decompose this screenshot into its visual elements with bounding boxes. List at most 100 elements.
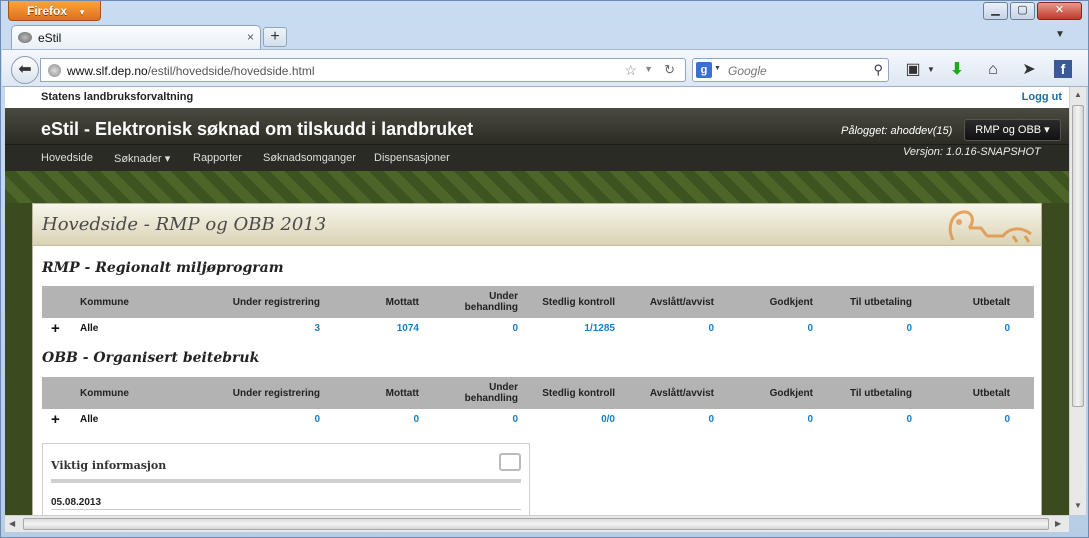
reload-icon[interactable]: ↻ <box>664 62 675 78</box>
menu-item-dispensasjoner[interactable]: Dispensasjoner <box>374 152 450 164</box>
bookmark-star-icon[interactable]: ☆ <box>624 62 637 79</box>
app-title: eStil - Elektronisk søknad om tilskudd i… <box>41 119 474 139</box>
col-under-behandling: Under behandling <box>464 291 518 313</box>
value-cell[interactable]: 0 <box>716 414 813 425</box>
minimize-button[interactable]: ▁ <box>983 2 1008 20</box>
value-cell[interactable]: 0 <box>420 323 518 334</box>
col-avslatt-avvist: Avslått/avvist <box>649 296 714 308</box>
col-under-registrering: Under registrering <box>232 296 320 308</box>
table-header: Kommune Under registrering Mottatt Under… <box>42 286 1034 318</box>
decorative-pattern <box>5 171 1069 203</box>
table-row[interactable]: + Alle 3 1074 0 1/1285 0 0 0 0 <box>42 318 1034 340</box>
back-button[interactable]: ⬅ <box>11 56 39 84</box>
horizontal-scroll-thumb[interactable] <box>23 518 1049 530</box>
col-til-utbetaling: Til utbetaling <box>849 296 912 308</box>
value-cell[interactable]: 0 <box>322 414 419 425</box>
value-cell[interactable]: 0 <box>815 414 912 425</box>
main-panel: Hovedside - RMP og OBB 2013 RMP - Region… <box>32 203 1042 515</box>
engine-dropdown-icon[interactable]: ▼ <box>714 65 721 72</box>
rmp-section-title: RMP - Regionalt miljøprogram <box>42 260 284 276</box>
col-avslatt-avvist: Avslått/avvist <box>649 387 714 399</box>
address-bar[interactable]: www.slf.dep.no/estil/hovedside/hovedside… <box>40 58 686 82</box>
download-icon[interactable]: ⬇ <box>946 60 968 80</box>
home-icon[interactable]: ⌂ <box>982 60 1004 80</box>
send-icon[interactable]: ➤ <box>1018 60 1040 80</box>
new-tab-button[interactable]: + <box>263 27 287 47</box>
col-utbetalt: Utbetalt <box>972 296 1010 308</box>
obb-table: Kommune Under registrering Mottatt Under… <box>42 377 1034 431</box>
col-godkjent: Godkjent <box>769 387 813 399</box>
value-cell[interactable]: 0 <box>914 414 1010 425</box>
table-header: Kommune Under registrering Mottatt Under… <box>42 377 1034 409</box>
value-cell[interactable]: 0/0 <box>522 414 615 425</box>
col-utbetalt: Utbetalt <box>972 387 1010 399</box>
search-icon[interactable]: ⚲ <box>873 62 883 78</box>
scheme-select-button[interactable]: RMP og OBB ▾ <box>964 119 1061 141</box>
scroll-up-icon[interactable]: ▲ <box>1074 90 1082 99</box>
value-cell[interactable]: 0 <box>716 323 813 334</box>
col-mottatt: Mottatt <box>385 296 419 308</box>
table-row[interactable]: + Alle 0 0 0 0/0 0 0 0 0 <box>42 409 1034 431</box>
col-mottatt: Mottatt <box>385 387 419 399</box>
col-godkjent: Godkjent <box>769 296 813 308</box>
menu-item-soknadsomganger[interactable]: Søknadsomganger <box>263 152 356 164</box>
tab-estil[interactable]: eStil × <box>11 25 261 49</box>
tab-title: eStil <box>38 31 62 45</box>
value-cell[interactable]: 3 <box>202 323 320 334</box>
scroll-left-icon[interactable]: ◀ <box>9 519 15 528</box>
expand-icon[interactable]: + <box>51 411 60 428</box>
value-cell[interactable]: 0 <box>815 323 912 334</box>
google-engine-icon[interactable]: g <box>696 62 712 78</box>
value-cell[interactable]: 1/1285 <box>522 323 615 334</box>
slf-logo-icon <box>948 210 1032 243</box>
kommune-cell: Alle <box>80 323 99 334</box>
panel-header: Hovedside - RMP og OBB 2013 <box>33 204 1041 246</box>
obb-section-title: OBB - Organisert beitebruk <box>42 350 260 366</box>
value-cell[interactable]: 0 <box>617 323 714 334</box>
menu-item-rapporter[interactable]: Rapporter <box>193 152 242 164</box>
org-strip: Statens landbruksforvaltning Logg ut <box>5 87 1069 108</box>
bookmarks-dropdown-icon[interactable]: ▼ <box>920 60 942 80</box>
value-cell[interactable]: 0 <box>202 414 320 425</box>
menu-item-soknader[interactable]: Søknader ▾ <box>114 152 170 165</box>
col-kommune: Kommune <box>80 296 129 308</box>
org-name: Statens landbruksforvaltning <box>41 91 194 103</box>
tab-list-chevron-icon[interactable]: ▼ <box>1055 29 1065 40</box>
col-kommune: Kommune <box>80 387 129 399</box>
logout-link[interactable]: Logg ut <box>1022 91 1062 103</box>
expand-icon[interactable]: + <box>51 320 60 337</box>
close-tab-icon[interactable]: × <box>247 30 254 44</box>
info-box: Viktig informasjon 05.08.2013 <box>42 443 530 515</box>
logged-in-user: Pålogget: ahoddev(15) <box>841 125 953 137</box>
col-under-registrering: Under registrering <box>232 387 320 399</box>
vertical-scroll-thumb[interactable] <box>1072 105 1084 407</box>
value-cell[interactable]: 0 <box>420 414 518 425</box>
search-placeholder: Google <box>728 64 767 78</box>
info-divider <box>51 509 521 510</box>
horizontal-scrollbar[interactable]: ◀ ▶ <box>5 515 1069 532</box>
scroll-down-icon[interactable]: ▼ <box>1074 501 1082 510</box>
col-til-utbetaling: Til utbetaling <box>849 387 912 399</box>
value-cell[interactable]: 0 <box>617 414 714 425</box>
globe-icon <box>48 64 61 77</box>
info-heading: Viktig informasjon <box>51 459 167 472</box>
maximize-button[interactable]: ▢ <box>1010 2 1035 20</box>
firefox-menu-label: Firefox <box>27 4 68 18</box>
search-input[interactable]: g ▼ Google ⚲ <box>692 58 889 82</box>
main-menu: Hovedside Søknader ▾ Rapporter Søknadsom… <box>5 144 1069 171</box>
value-cell[interactable]: 1074 <box>322 323 419 334</box>
history-dropdown-icon[interactable]: ▼ <box>644 64 653 74</box>
close-window-button[interactable]: ✕ <box>1037 2 1082 20</box>
version-label: Versjon: 1.0.16-SNAPSHOT <box>903 146 1041 158</box>
menu-item-hovedside[interactable]: Hovedside <box>41 152 93 164</box>
vertical-scrollbar[interactable]: ▲ ▼ <box>1069 87 1086 515</box>
app-banner: eStil - Elektronisk søknad om tilskudd i… <box>5 108 1069 144</box>
navigation-toolbar: ⬅ www.slf.dep.no/estil/hovedside/hovedsi… <box>2 49 1088 87</box>
facebook-icon[interactable]: f <box>1054 60 1072 78</box>
firefox-menu-button[interactable]: Firefox ▼ <box>8 1 101 21</box>
value-cell[interactable]: 0 <box>914 323 1010 334</box>
scroll-right-icon[interactable]: ▶ <box>1055 519 1061 528</box>
col-stedlig-kontroll: Stedlig kontroll <box>542 387 615 399</box>
info-divider <box>51 479 521 483</box>
page-viewport: Statens landbruksforvaltning Logg ut eSt… <box>5 87 1069 515</box>
